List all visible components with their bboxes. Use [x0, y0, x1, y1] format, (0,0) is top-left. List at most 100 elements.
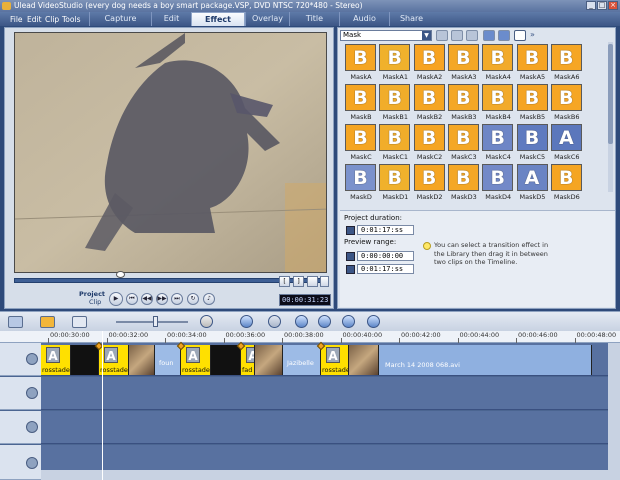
window-title-bar[interactable]: Ulead VideoStudio (every dog needs a boy…	[0, 0, 620, 12]
menu-edit[interactable]: Edit	[27, 15, 42, 24]
enlarge-icon[interactable]	[320, 276, 329, 287]
folder-icon[interactable]	[436, 30, 448, 41]
zoom-slider-handle[interactable]	[153, 316, 158, 327]
tab-edit[interactable]: Edit	[151, 12, 191, 26]
close-button[interactable]: ×	[608, 1, 618, 10]
mode-clip-label[interactable]: Clip	[89, 298, 101, 306]
preview-timecode[interactable]: 00:00:31:23	[279, 294, 332, 306]
library-category-dropdown[interactable]: Mask ▼	[340, 30, 432, 41]
smart-render-icon[interactable]	[268, 315, 281, 328]
image-clip[interactable]: Jazibelle	[283, 345, 321, 375]
volume-button[interactable]: ♪	[203, 293, 215, 305]
menu-file[interactable]: File	[10, 15, 23, 24]
mask-thumbnail[interactable]: B MaskA	[344, 44, 378, 84]
title-track-icon[interactable]	[26, 421, 38, 433]
library-settings-icon[interactable]	[514, 30, 526, 41]
timeline-ruler[interactable]: 00:00:30:00 00:00:32:00 00:00:34:00 00:00:3…	[0, 331, 620, 343]
tab-title[interactable]: Title	[289, 12, 339, 26]
overlay-track[interactable]	[41, 377, 608, 410]
mask-thumbnail[interactable]: B MaskC	[344, 124, 378, 164]
range-start-icon[interactable]	[346, 252, 355, 261]
image-clip[interactable]	[349, 345, 379, 375]
timeline-vertical-scrollbar[interactable]	[608, 343, 620, 480]
video-clip[interactable]: March 14 2008 068.avi	[379, 345, 592, 375]
mask-thumbnail[interactable]: B MaskA1	[378, 44, 412, 84]
mark-out-button[interactable]: ]	[293, 276, 304, 287]
repeat-button[interactable]: ↻	[187, 293, 199, 305]
zoom-fit-icon[interactable]	[200, 315, 213, 328]
mask-thumbnail[interactable]: B MaskB3	[447, 84, 481, 124]
mask-thumbnail[interactable]: B MaskC5	[516, 124, 550, 164]
title-track[interactable]	[41, 411, 608, 444]
mask-thumbnail[interactable]: B MaskA5	[516, 44, 550, 84]
maximize-button[interactable]: □	[597, 1, 607, 10]
mask-thumbnail[interactable]: B MaskA2	[413, 44, 447, 84]
image-clip[interactable]	[71, 345, 99, 375]
home-button[interactable]: ⏮	[126, 293, 138, 305]
mask-thumbnail[interactable]: B MaskB2	[413, 84, 447, 124]
mask-thumbnail[interactable]: B MaskC3	[447, 124, 481, 164]
zoom-slider-track[interactable]	[116, 321, 188, 323]
mask-thumbnail[interactable]: B MaskC2	[413, 124, 447, 164]
split-clip-icon[interactable]	[307, 276, 318, 287]
mask-thumbnail[interactable]: B MaskA6	[550, 44, 584, 84]
timeline-playhead[interactable]	[102, 331, 103, 480]
mark-in-button[interactable]: [	[279, 276, 290, 287]
tab-capture[interactable]: Capture	[89, 12, 151, 26]
project-duration-field[interactable]: 0:01:17:ss	[357, 225, 414, 235]
end-button[interactable]: ⏭	[171, 293, 183, 305]
previous-frame-button[interactable]: ◀◀	[141, 293, 153, 305]
mask-thumbnail[interactable]: A MaskD5	[516, 164, 550, 204]
tab-share[interactable]: Share	[389, 12, 433, 26]
mask-thumbnail[interactable]: B MaskB	[344, 84, 378, 124]
image-clip[interactable]	[129, 345, 155, 375]
image-clip[interactable]	[255, 345, 283, 375]
menu-clip[interactable]: Clip	[45, 15, 59, 24]
mask-thumbnail[interactable]: B MaskD2	[413, 164, 447, 204]
image-clip[interactable]: foun	[155, 345, 181, 375]
mask-thumbnail[interactable]: B MaskD	[344, 164, 378, 204]
mask-thumbnail[interactable]: B MaskC1	[378, 124, 412, 164]
title-clip[interactable]: Arosstade-F	[99, 345, 129, 375]
image-clip[interactable]	[211, 345, 241, 375]
mask-thumbnail[interactable]: B MaskA4	[481, 44, 515, 84]
mask-thumbnail[interactable]: A MaskC6	[550, 124, 584, 164]
title-clip[interactable]: Arosstade-F	[41, 345, 71, 375]
tab-effect[interactable]: Effect	[191, 12, 245, 26]
scrub-handle[interactable]	[116, 271, 125, 278]
menu-tools[interactable]: Tools	[62, 15, 80, 24]
expand-double-chevron-icon[interactable]: »	[530, 30, 542, 41]
video-track-icon[interactable]	[26, 353, 38, 365]
timeline-zoom-icon[interactable]	[295, 315, 308, 328]
audio-track-icon[interactable]	[26, 457, 38, 469]
range-end-field[interactable]: 0:01:17:ss	[357, 264, 414, 274]
title-clip[interactable]: Afad	[241, 345, 255, 375]
next-frame-button[interactable]: ▶▶	[156, 293, 168, 305]
play-button[interactable]: ▶	[109, 292, 123, 306]
sort-icon[interactable]	[483, 30, 495, 41]
mask-thumbnail[interactable]: B MaskD6	[550, 164, 584, 204]
mask-thumbnail[interactable]: B MaskD3	[447, 164, 481, 204]
video-track[interactable]: Arosstade-F Arosstade-F foun Arosstade-F Afa…	[41, 341, 608, 376]
library-scrollbar-thumb[interactable]	[608, 44, 613, 144]
video-track-manager-icon[interactable]	[367, 315, 380, 328]
mask-thumbnail[interactable]: B MaskB6	[550, 84, 584, 124]
title-clip[interactable]: Arosstade-F	[321, 345, 349, 375]
range-start-field[interactable]: 0:00:00:00	[357, 251, 414, 261]
import-icon[interactable]	[451, 30, 463, 41]
overlay-track-icon[interactable]	[26, 387, 38, 399]
tab-audio[interactable]: Audio	[339, 12, 389, 26]
multi-trim-icon[interactable]	[342, 315, 355, 328]
mask-thumbnail[interactable]: B MaskA3	[447, 44, 481, 84]
storyboard-view-button[interactable]	[8, 316, 23, 328]
minimize-button[interactable]: _	[586, 1, 596, 10]
mode-project-label[interactable]: Project	[79, 290, 105, 298]
undo-button[interactable]	[72, 316, 87, 328]
mask-thumbnail[interactable]: B MaskB5	[516, 84, 550, 124]
apply-icon[interactable]	[498, 30, 510, 41]
timeline-view-button[interactable]	[40, 316, 55, 328]
range-end-icon[interactable]	[346, 265, 355, 274]
mask-thumbnail[interactable]: B MaskD4	[481, 164, 515, 204]
library-options-icon[interactable]	[466, 30, 478, 41]
mask-thumbnail[interactable]: B MaskB1	[378, 84, 412, 124]
